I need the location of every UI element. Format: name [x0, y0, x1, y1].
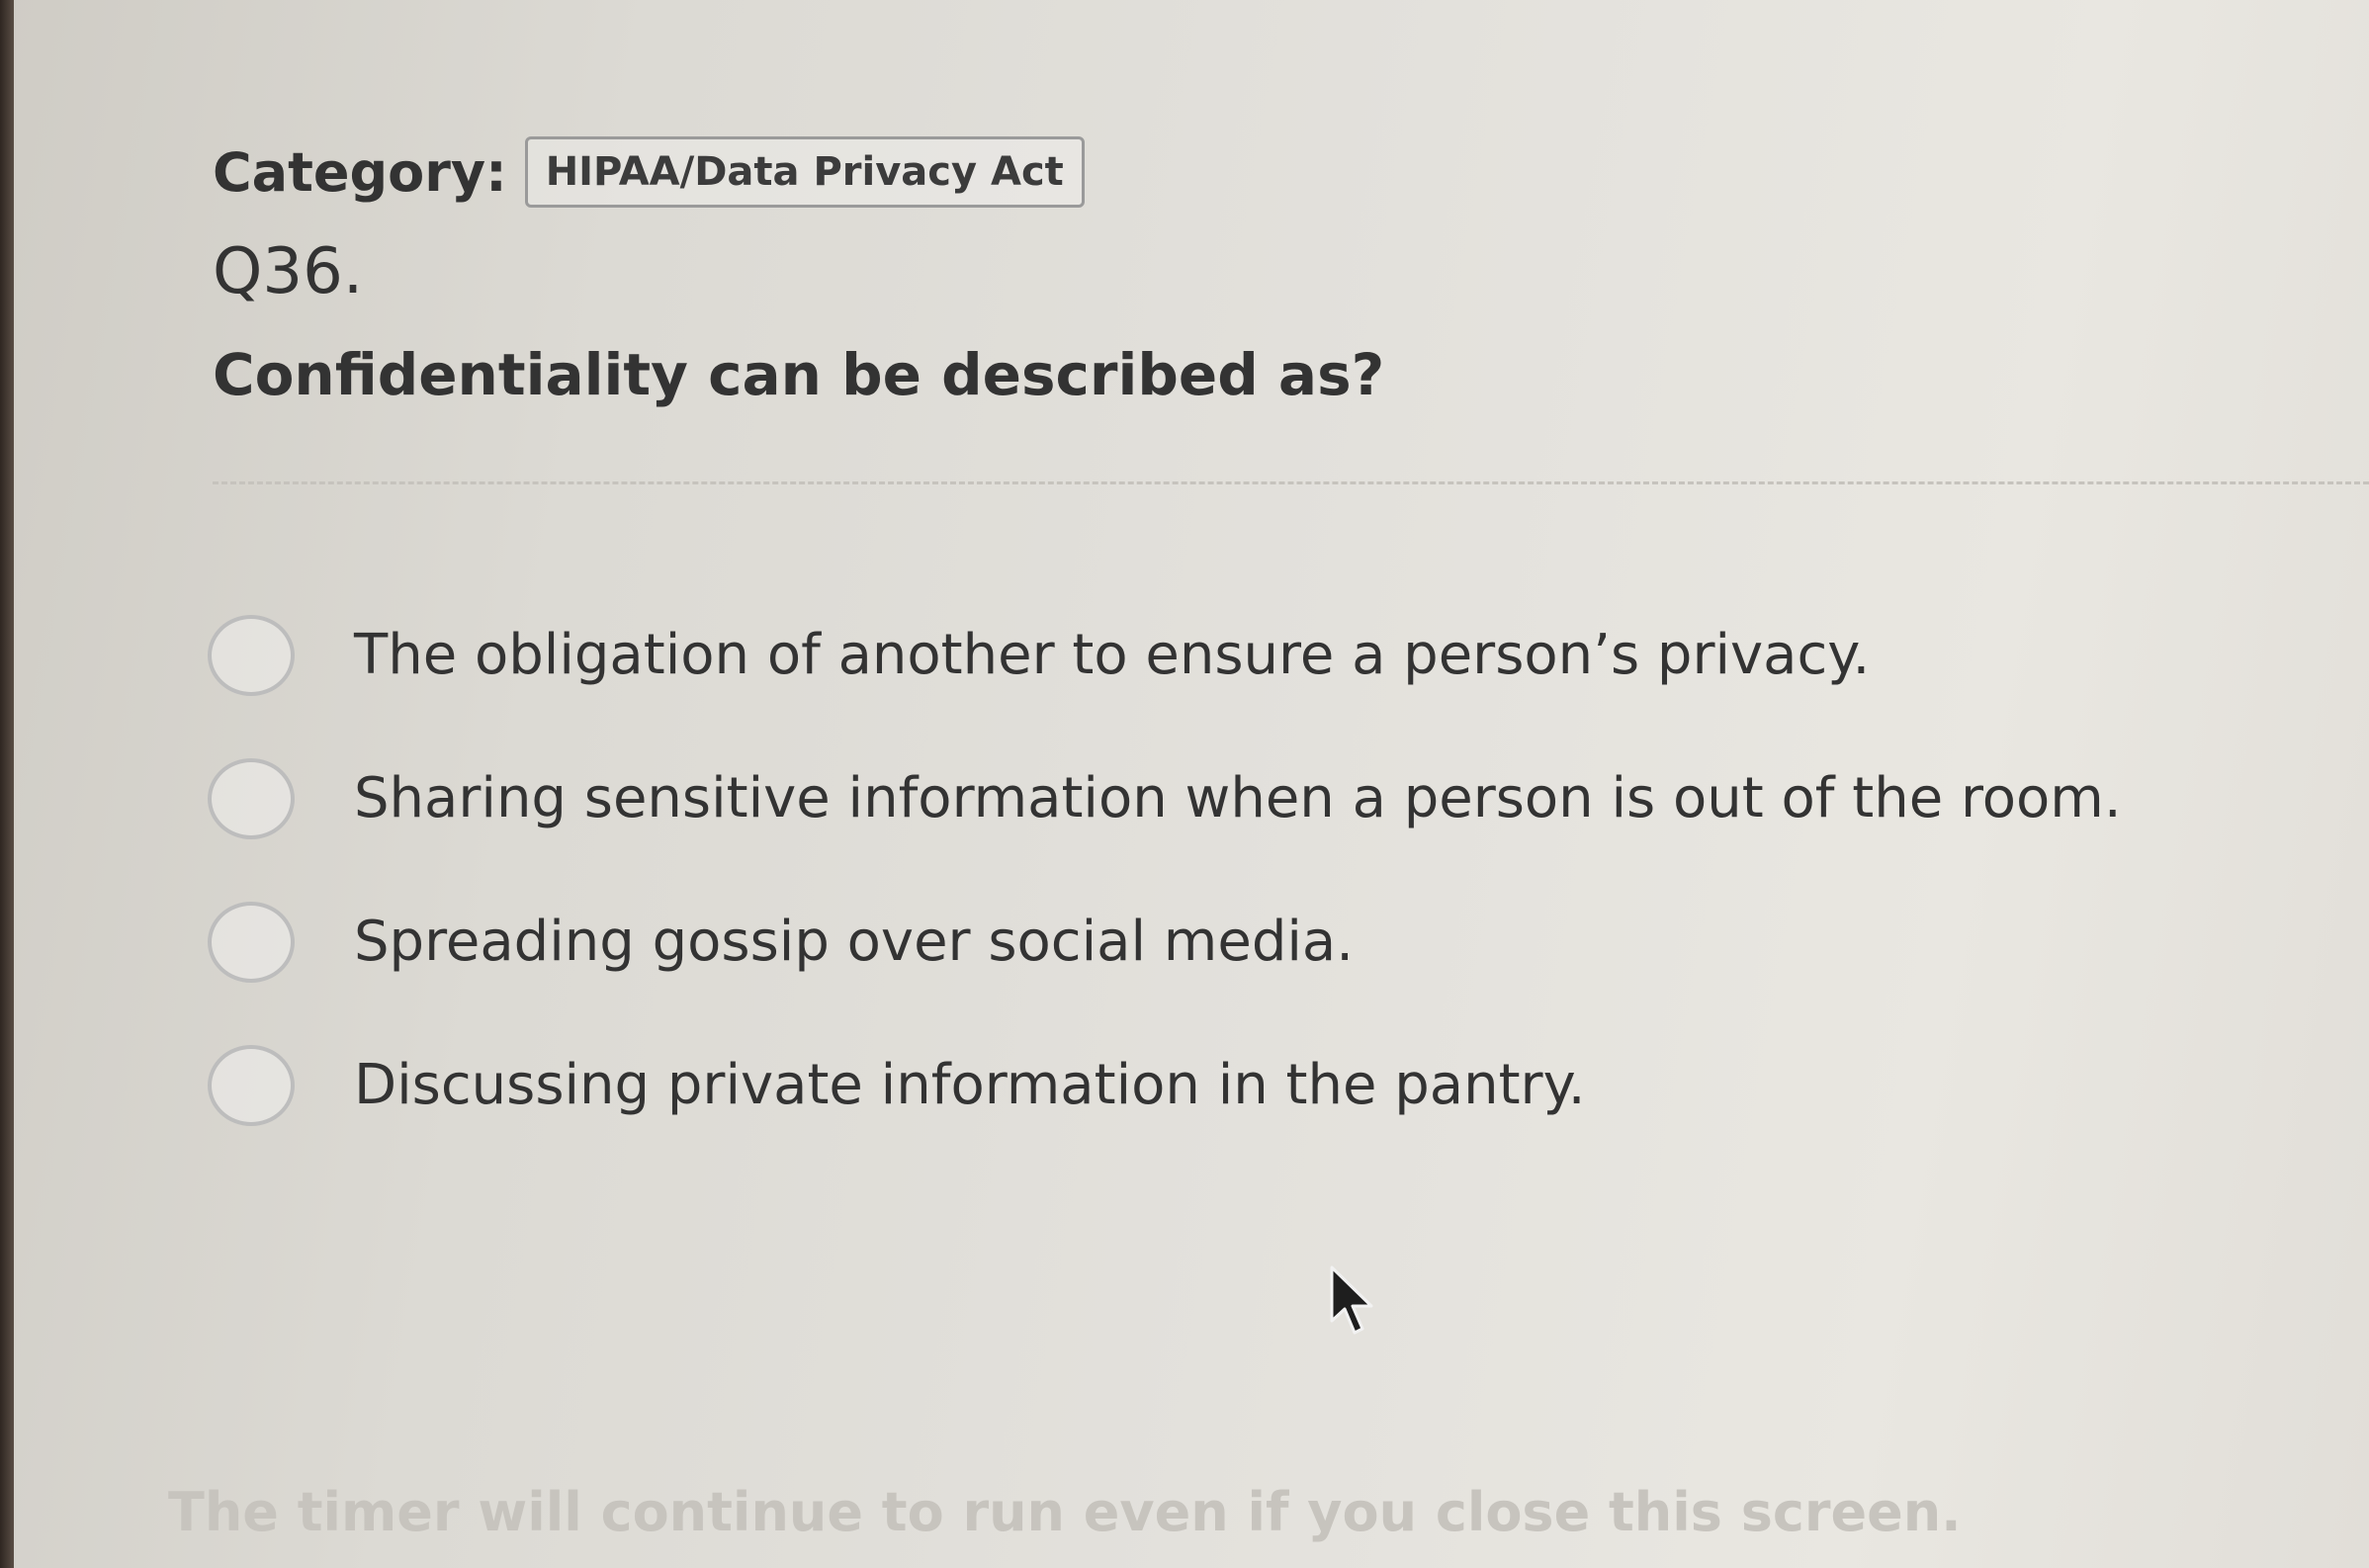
answer-option-label[interactable]: The obligation of another to ensure a pe… — [354, 623, 1870, 687]
timer-note: The timer will continue to run even if y… — [168, 1481, 1962, 1543]
radio-unchecked-icon[interactable] — [208, 614, 295, 696]
category-badge: HIPAA/Data Privacy Act — [524, 136, 1085, 208]
question-text: Confidentiality can be described as? — [213, 341, 1385, 408]
answer-option-1[interactable]: The obligation of another to ensure a pe… — [208, 583, 2363, 727]
answer-options: The obligation of another to ensure a pe… — [208, 583, 2363, 1157]
mouse-pointer-icon — [1330, 1265, 1373, 1335]
answer-option-label[interactable]: Discussing private information in the pa… — [354, 1053, 1586, 1117]
divider — [213, 481, 2369, 484]
page-body: { "category": { "label": "Category:", "v… — [0, 0, 2369, 1568]
answer-option-4[interactable]: Discussing private information in the pa… — [208, 1013, 2363, 1157]
radio-unchecked-icon[interactable] — [208, 757, 295, 839]
question-number: Q36. — [213, 235, 364, 308]
answer-option-label[interactable]: Spreading gossip over social media. — [354, 910, 1354, 974]
radio-unchecked-icon[interactable] — [208, 901, 295, 983]
category-label: Category: — [213, 140, 507, 204]
category-row: Category: HIPAA/Data Privacy Act — [213, 136, 1085, 208]
answer-option-label[interactable]: Sharing sensitive information when a per… — [354, 766, 2122, 830]
answer-option-3[interactable]: Spreading gossip over social media. — [208, 870, 2363, 1013]
answer-option-2[interactable]: Sharing sensitive information when a per… — [208, 727, 2363, 870]
radio-unchecked-icon[interactable] — [208, 1044, 295, 1126]
quiz-screen: Category: HIPAA/Data Privacy Act Q36. Co… — [0, 0, 2369, 1568]
